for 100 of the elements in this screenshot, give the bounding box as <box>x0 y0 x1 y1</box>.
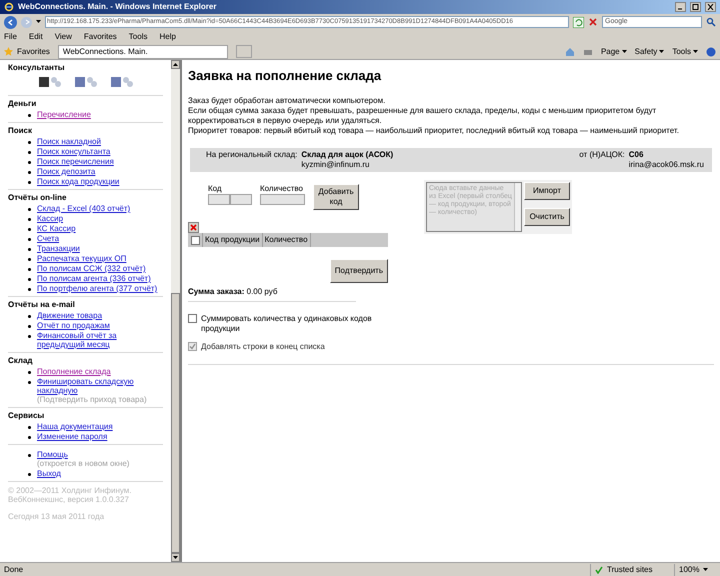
sidebar-link[interactable]: Транзакции <box>37 244 80 253</box>
bullet-icon <box>28 426 31 429</box>
close-icon[interactable] <box>705 2 716 12</box>
column-header: Код продукции <box>203 233 263 247</box>
field-label: Количество <box>260 184 304 194</box>
minimize-icon[interactable] <box>675 2 686 12</box>
info-label: На региональный склад: <box>205 150 298 160</box>
sidebar-link[interactable]: Склад - Excel (403 отчёт) <box>37 204 130 213</box>
sidebar-link[interactable]: Изменение пароля <box>37 432 108 441</box>
clear-button[interactable]: Очистить <box>524 208 570 226</box>
dropdown-arrow-icon <box>36 20 41 24</box>
bullet-icon <box>28 208 31 211</box>
down-arrow-icon <box>173 556 178 559</box>
section-heading: Склад <box>8 356 34 365</box>
sidebar-link[interactable]: Движение товара <box>37 311 102 320</box>
menu-item[interactable]: Edit <box>28 31 43 43</box>
close-icon <box>190 224 197 231</box>
bullet-icon <box>28 258 31 261</box>
bullet-icon <box>28 171 31 174</box>
zoom-control[interactable]: 100% <box>674 564 720 576</box>
sidebar-link[interactable]: Поиск кода продукции <box>37 177 120 186</box>
scroll-up-button[interactable] <box>171 60 180 69</box>
section-heading: Поиск <box>8 126 34 135</box>
toolbar-command[interactable]: Page <box>600 46 627 58</box>
bullet-icon <box>28 315 31 318</box>
sidebar-link[interactable]: Перечисление <box>37 110 91 119</box>
sidebar-link[interactable]: Распечатка текущих ОП <box>37 254 126 263</box>
menu-item[interactable]: Help <box>159 31 176 43</box>
sidebar-link[interactable]: Отчёт по продажам <box>37 321 110 330</box>
menu-item[interactable]: Tools <box>128 31 148 43</box>
toolbar-command[interactable]: Tools <box>672 46 698 58</box>
bullet-icon <box>28 278 31 281</box>
sidebar-link[interactable]: Финишировать складскую накладную <box>37 377 163 395</box>
binoculars-people-icon[interactable] <box>38 74 62 90</box>
code-field[interactable] <box>230 194 252 205</box>
page-title: Заявка на пополнение склада <box>188 68 382 84</box>
intro-text: Приоритет товаров: первый вбитый код товара — наибольший приоритет, последний вбитый код товара — наименьший приоритет. <box>188 126 680 136</box>
sidebar-link[interactable]: По портфелю агента (377 отчёт) <box>37 284 158 293</box>
bullet-icon <box>28 454 31 457</box>
maximize-icon[interactable] <box>690 2 701 12</box>
star-icon <box>4 47 13 56</box>
footer-text: © 2002—2011 Холдинг Инфинум. ВебКоннекшнс, версия 1.0.0.327 <box>8 486 132 504</box>
browser-tab[interactable]: WebConnections. Main. <box>58 44 228 58</box>
bullet-icon <box>28 371 31 374</box>
bullet-icon <box>28 218 31 221</box>
section-heading: Консультанты <box>8 63 66 72</box>
bullet-icon <box>28 335 31 338</box>
section-heading: Деньги <box>8 99 38 108</box>
intro-text: Заказ будет обработан автоматически компьютером. <box>188 96 386 106</box>
section-heading: Сервисы <box>8 411 46 420</box>
bullet-icon <box>28 151 31 154</box>
delete-button[interactable] <box>188 222 199 233</box>
section-heading: Отчёты on-line <box>8 193 68 202</box>
back-button[interactable] <box>4 16 17 28</box>
toolbar-command[interactable]: Safety <box>634 46 664 58</box>
status-text: Done <box>4 564 24 574</box>
sidebar-link[interactable]: Поиск перечисления <box>37 157 114 166</box>
sidebar-link[interactable]: Выход <box>37 469 61 478</box>
bullet-icon <box>28 381 31 384</box>
sidebar-link[interactable]: По полисам агента (336 отчёт) <box>37 274 151 283</box>
menu-item[interactable]: File <box>4 31 17 43</box>
bullet-icon <box>28 238 31 241</box>
bullet-icon <box>28 141 31 144</box>
bullet-icon <box>28 288 31 291</box>
bullet-icon <box>28 268 31 271</box>
search-icon[interactable] <box>706 17 716 27</box>
sidebar-link[interactable]: По полисам ССЖ (332 отчёт) <box>37 264 146 273</box>
sidebar-link[interactable]: Поиск консультанта <box>37 147 110 156</box>
sidebar-link[interactable]: Помощь <box>37 450 68 459</box>
sidebar-link[interactable]: Кассир <box>37 214 64 223</box>
dropdown-arrow-icon <box>622 50 627 54</box>
sidebar-link[interactable]: КС Кассир <box>37 224 76 233</box>
sidebar-link[interactable]: Пополнение склада <box>37 367 111 376</box>
refresh-icon[interactable] <box>573 16 584 28</box>
favorites-button[interactable]: Favorites <box>4 46 50 58</box>
info-label: от (Н)АЦОК: <box>578 150 625 160</box>
menu-item[interactable]: Favorites <box>84 31 117 43</box>
sidebar-link[interactable]: Финансовый отчёт за предыдущий месяц <box>37 331 163 349</box>
scroll-thumb[interactable] <box>171 293 180 553</box>
sidebar-link[interactable]: Счета <box>37 234 60 243</box>
window-title: WebConnections. Main. - Windows Internet Explorer <box>18 1 218 13</box>
quantity-field[interactable] <box>260 194 305 205</box>
code-field[interactable] <box>208 194 230 205</box>
link-note: (Подтвердить приход товара) <box>37 395 147 404</box>
checkbox[interactable] <box>190 236 200 244</box>
checkbox[interactable] <box>188 314 197 323</box>
confirm-button[interactable]: Подтвердить <box>330 259 388 283</box>
dropdown-arrow-icon <box>693 50 698 54</box>
add-code-button[interactable]: Добавить код <box>313 184 359 210</box>
form-people-icon[interactable] <box>74 74 98 90</box>
sidebar-link[interactable]: Наша документация <box>37 422 113 431</box>
document-people-icon[interactable] <box>110 74 134 90</box>
menu-item[interactable]: View <box>54 31 72 43</box>
bullet-icon <box>28 473 31 476</box>
sidebar-link[interactable]: Поиск накладной <box>37 137 101 146</box>
sidebar-link[interactable]: Поиск депозита <box>37 167 96 176</box>
bullet-icon <box>28 114 31 117</box>
scroll-down-button[interactable] <box>171 553 180 562</box>
stop-icon[interactable] <box>588 17 598 27</box>
import-button[interactable]: Импорт <box>524 182 570 200</box>
